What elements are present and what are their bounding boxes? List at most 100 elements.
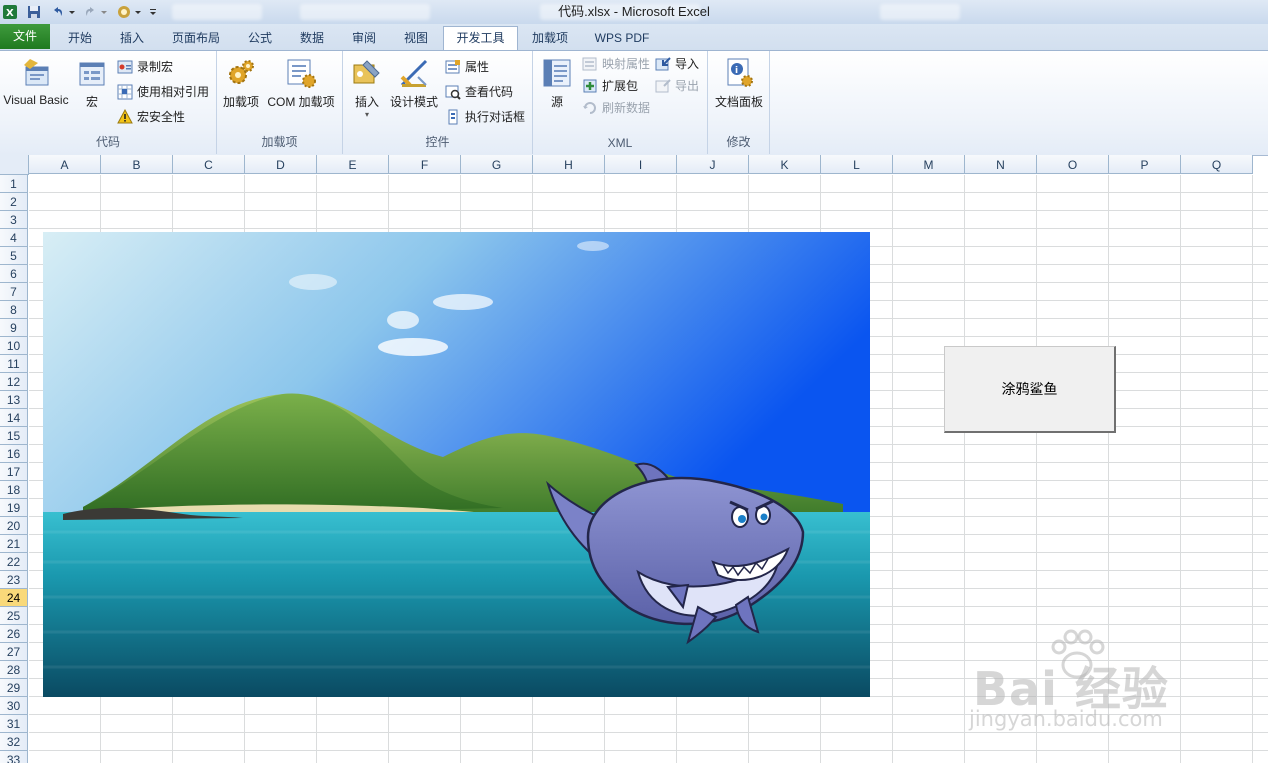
row-header[interactable]: 26 (0, 625, 28, 643)
chevron-down-icon: ▾ (364, 110, 369, 119)
run-dialog-button[interactable]: 执行对话框 (445, 107, 525, 127)
row-header[interactable]: 6 (0, 265, 28, 283)
column-header[interactable]: O (1037, 155, 1109, 174)
relative-reference-button[interactable]: 使用相对引用 (117, 82, 209, 102)
column-header[interactable]: I (605, 155, 677, 174)
row-header[interactable]: 10 (0, 337, 28, 355)
row-header[interactable]: 24 (0, 589, 28, 607)
column-header[interactable]: L (821, 155, 893, 174)
design-mode-label: 设计模式 (389, 95, 438, 109)
tab-formulas[interactable]: 公式 (235, 27, 285, 49)
row-header[interactable]: 20 (0, 517, 28, 535)
run-dialog-icon (445, 109, 461, 125)
record-macro-button[interactable]: 录制宏 (117, 57, 173, 77)
row-header[interactable]: 2 (0, 193, 28, 211)
row-header[interactable]: 31 (0, 715, 28, 733)
group-label-modify: 修改 (726, 135, 751, 149)
column-header[interactable]: N (965, 155, 1037, 174)
column-header[interactable]: B (101, 155, 173, 174)
export-icon (655, 78, 671, 94)
visual-basic-button[interactable]: Visual Basic (0, 57, 72, 107)
import-button[interactable]: 导入 (655, 54, 699, 74)
run-dialog-label: 执行对话框 (465, 110, 526, 124)
row-header[interactable]: 9 (0, 319, 28, 337)
column-header[interactable]: K (749, 155, 821, 174)
row-header[interactable]: 8 (0, 301, 28, 319)
row-header[interactable]: 12 (0, 373, 28, 391)
design-mode-button[interactable]: 设计模式 (389, 57, 439, 110)
row-header[interactable]: 28 (0, 661, 28, 679)
column-header[interactable]: D (245, 155, 317, 174)
map-properties-icon (582, 56, 598, 72)
row-header[interactable]: 4 (0, 229, 28, 247)
relative-reference-label: 使用相对引用 (137, 85, 210, 99)
tab-developer[interactable]: 开发工具 (443, 26, 518, 51)
xml-source-button[interactable]: 源 (539, 57, 575, 110)
column-header[interactable]: G (461, 155, 533, 174)
addins-button[interactable]: 加载项 (221, 57, 261, 110)
tab-review[interactable]: 审阅 (339, 27, 389, 49)
row-header[interactable]: 13 (0, 391, 28, 409)
row-header[interactable]: 11 (0, 355, 28, 373)
properties-button[interactable]: 属性 (445, 57, 489, 77)
row-header[interactable]: 5 (0, 247, 28, 265)
column-header[interactable]: C (173, 155, 245, 174)
tab-home[interactable]: 开始 (55, 27, 105, 49)
view-code-label: 查看代码 (465, 85, 514, 99)
tab-insert[interactable]: 插入 (107, 27, 157, 49)
document-panel-button[interactable]: i 文档面板 (710, 57, 768, 110)
column-header[interactable]: F (389, 155, 461, 174)
column-header[interactable]: J (677, 155, 749, 174)
tab-page-layout[interactable]: 页面布局 (163, 27, 229, 49)
draw-shark-button[interactable]: 涂鸦鲨鱼 (944, 346, 1116, 433)
row-header[interactable]: 30 (0, 697, 28, 715)
row-header[interactable]: 21 (0, 535, 28, 553)
row-header[interactable]: 23 (0, 571, 28, 589)
xml-source-label: 源 (550, 95, 563, 109)
row-header[interactable]: 3 (0, 211, 28, 229)
row-header[interactable]: 25 (0, 607, 28, 625)
row-header[interactable]: 32 (0, 733, 28, 751)
column-header[interactable]: E (317, 155, 389, 174)
insert-control-label: 插入 (354, 95, 379, 109)
map-properties-button[interactable]: 映射属性 (582, 54, 650, 74)
tab-file[interactable]: 文件 (0, 24, 50, 49)
column-header[interactable]: H (533, 155, 605, 174)
row-header[interactable]: 27 (0, 643, 28, 661)
column-header[interactable]: M (893, 155, 965, 174)
island-shark-picture[interactable] (43, 232, 870, 697)
macro-security-label: 宏安全性 (137, 110, 186, 124)
column-header[interactable]: Q (1181, 155, 1253, 174)
macro-security-button[interactable]: 宏安全性 (117, 107, 185, 127)
gear-icon (225, 57, 257, 89)
tab-data[interactable]: 数据 (287, 27, 337, 49)
column-header[interactable]: P (1109, 155, 1181, 174)
row-header[interactable]: 22 (0, 553, 28, 571)
tab-wps-pdf[interactable]: WPS PDF (586, 27, 658, 49)
expansion-packs-label: 扩展包 (602, 79, 639, 93)
row-header[interactable]: 29 (0, 679, 28, 697)
refresh-data-button[interactable]: 刷新数据 (582, 98, 650, 118)
column-header[interactable]: A (29, 155, 101, 174)
select-all-corner[interactable] (0, 155, 29, 175)
row-header[interactable]: 14 (0, 409, 28, 427)
tab-addins[interactable]: 加载项 (522, 27, 578, 49)
macros-button[interactable]: 宏 (74, 57, 110, 110)
insert-control-button[interactable]: 插入 ▾ (348, 57, 386, 119)
tab-view[interactable]: 视图 (391, 27, 441, 49)
export-button[interactable]: 导出 (655, 76, 699, 96)
row-header[interactable]: 15 (0, 427, 28, 445)
expansion-packs-button[interactable]: 扩展包 (582, 76, 638, 96)
com-addins-button[interactable]: COM 加载项 (264, 57, 338, 110)
row-header[interactable]: 1 (0, 175, 28, 193)
row-header[interactable]: 16 (0, 445, 28, 463)
import-icon (655, 56, 671, 72)
row-header[interactable]: 19 (0, 499, 28, 517)
row-header[interactable]: 7 (0, 283, 28, 301)
document-panel-icon: i (723, 57, 755, 89)
row-header[interactable]: 33 (0, 751, 28, 763)
addins-label: 加载项 (222, 95, 259, 109)
row-header[interactable]: 17 (0, 463, 28, 481)
view-code-button[interactable]: 查看代码 (445, 82, 513, 102)
row-header[interactable]: 18 (0, 481, 28, 499)
